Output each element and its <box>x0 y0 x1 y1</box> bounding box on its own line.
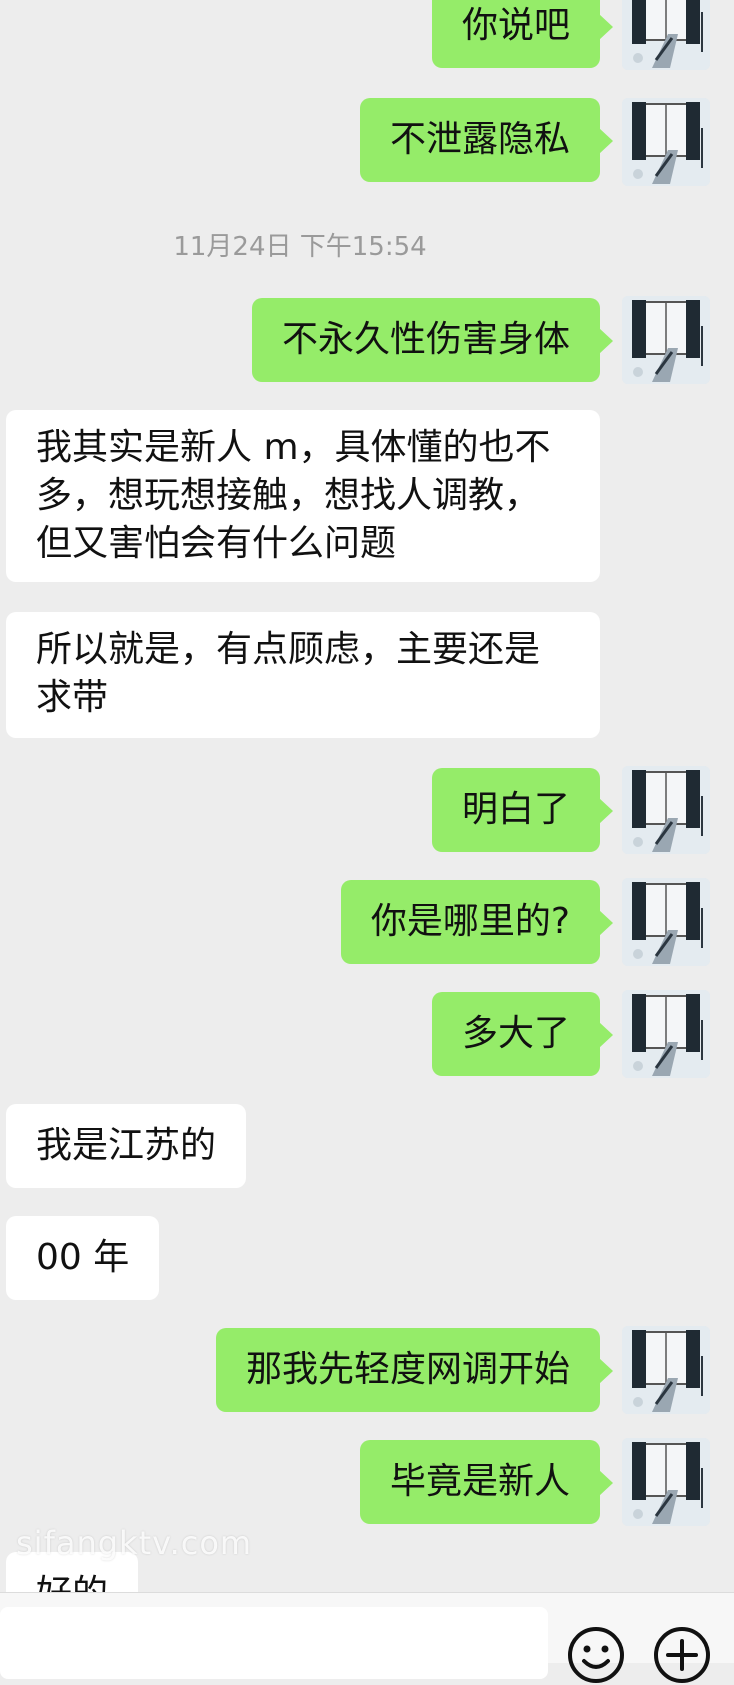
message-bubble-outgoing[interactable]: 多大了 <box>431 992 614 1076</box>
input-bar <box>0 1592 734 1683</box>
user-avatar[interactable] <box>622 990 710 1078</box>
avatar-image <box>622 878 710 966</box>
user-avatar[interactable] <box>622 1438 710 1526</box>
avatar-image <box>622 990 710 1078</box>
avatar-image <box>622 1438 710 1526</box>
message-bubble-incoming[interactable]: 所以就是，有点顾虑，主要还是求带 <box>6 612 600 738</box>
avatar-image <box>622 0 710 70</box>
message-bubble-outgoing[interactable]: 不泄露隐私 <box>359 98 614 182</box>
user-avatar[interactable] <box>622 878 710 966</box>
user-avatar[interactable] <box>622 296 710 384</box>
message-bubble-outgoing[interactable]: 你是哪里的? <box>340 880 614 964</box>
user-avatar[interactable] <box>622 1326 710 1414</box>
user-avatar[interactable] <box>622 0 710 70</box>
watermark: sifangktv.com <box>16 1524 253 1562</box>
message-input[interactable] <box>0 1607 548 1679</box>
emoji-icon[interactable] <box>566 1625 626 1685</box>
avatar-image <box>622 296 710 384</box>
message-bubble-outgoing[interactable]: 不永久性伤害身体 <box>251 298 614 382</box>
message-bubble-outgoing[interactable]: 毕竟是新人 <box>359 1440 614 1524</box>
user-avatar[interactable] <box>622 98 710 186</box>
user-avatar[interactable] <box>622 766 710 854</box>
chat-area[interactable]: 你说吧 不泄露隐私 11月24日 下午15:54 不永久性伤害身体 我其实是新人… <box>0 0 734 1592</box>
message-bubble-outgoing[interactable]: 明白了 <box>431 768 614 852</box>
timestamp: 11月24日 下午15:54 <box>173 232 427 262</box>
message-bubble-outgoing[interactable]: 那我先轻度网调开始 <box>215 1328 614 1412</box>
message-bubble-outgoing[interactable]: 你说吧 <box>431 0 614 68</box>
message-bubble-incoming[interactable]: 我其实是新人 m，具体懂的也不多，想玩想接触，想找人调教，但又害怕会有什么问题 <box>6 410 600 582</box>
add-icon[interactable] <box>652 1625 712 1685</box>
avatar-image <box>622 98 710 186</box>
avatar-image <box>622 766 710 854</box>
message-bubble-incoming[interactable]: 00 年 <box>6 1216 160 1300</box>
avatar-image <box>622 1326 710 1414</box>
message-bubble-incoming[interactable]: 我是江苏的 <box>6 1104 247 1188</box>
